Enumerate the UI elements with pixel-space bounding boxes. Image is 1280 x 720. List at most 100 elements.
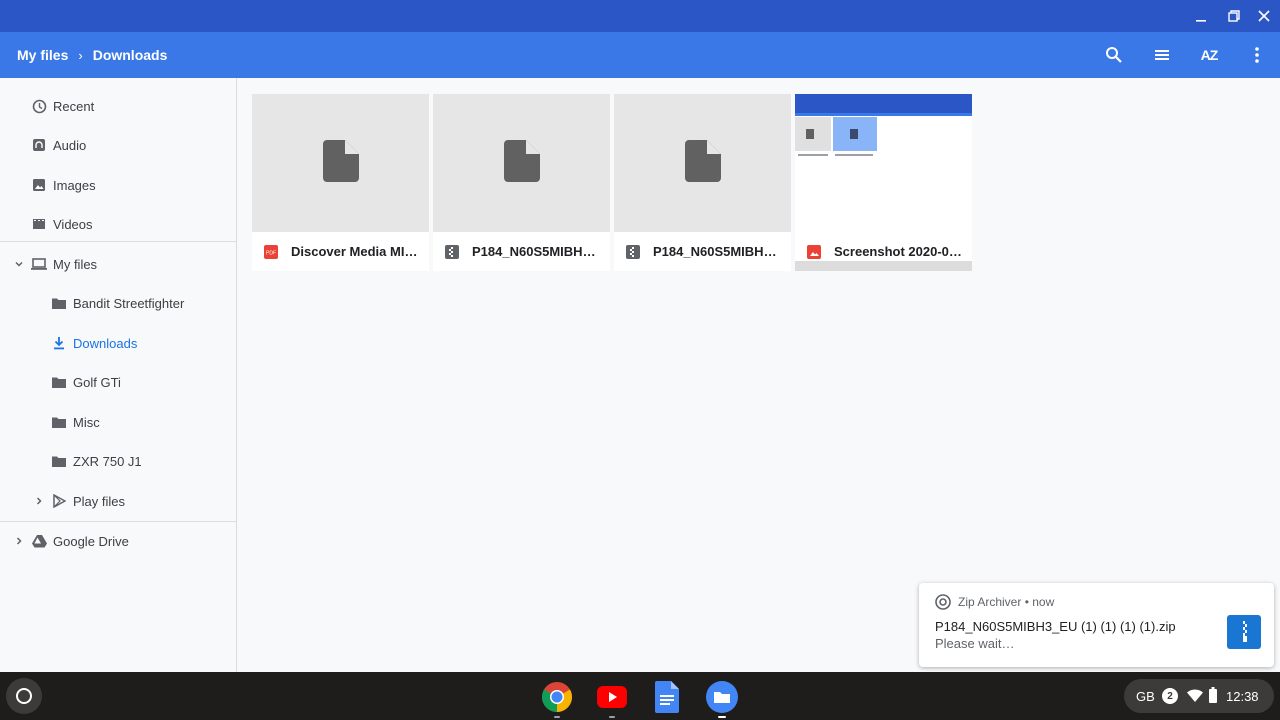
download-icon (51, 335, 67, 351)
sidebar-item-label: Play files (73, 493, 126, 509)
sidebar-item-zxr-750-j1[interactable]: ZXR 750 J1 (0, 445, 236, 477)
notification-time: now (1032, 595, 1055, 609)
minimize-icon[interactable] (1191, 6, 1211, 26)
folder-icon (51, 414, 67, 430)
chevron-right-icon[interactable] (11, 533, 27, 549)
file-icon (322, 139, 359, 187)
sidebar: Recent Audio Images Videos My files Band… (0, 78, 237, 672)
sidebar-item-bandit-streetfighter[interactable]: Bandit Streetfighter (0, 287, 236, 319)
sidebar-item-play-files[interactable]: Play files (0, 485, 236, 517)
chrome-app-icon[interactable] (541, 681, 573, 713)
breadcrumb: My files › Downloads (17, 47, 167, 63)
notification-title: P184_N60S5MIBH3_EU (1) (1) (1) (1).zip (935, 619, 1176, 634)
pdf-icon: PDF (264, 245, 278, 259)
file-icon (503, 139, 540, 187)
notification-count-badge: 2 (1162, 688, 1178, 704)
file-tile[interactable]: P184_N60S5MIBH3… (614, 94, 791, 271)
running-indicator (609, 716, 615, 718)
notification-source: Zip Archiver • now (958, 595, 1054, 609)
search-icon[interactable] (1102, 43, 1126, 67)
file-thumbnail (614, 94, 791, 232)
chevron-right-icon[interactable] (31, 493, 47, 509)
status-tray[interactable]: GB 2 12:38 (1124, 679, 1274, 713)
clock-time: 12:38 (1226, 688, 1259, 704)
sidebar-item-label: Bandit Streetfighter (73, 295, 185, 311)
sidebar-item-golf-gti[interactable]: Golf GTi (0, 366, 236, 398)
sidebar-item-label: Audio (53, 137, 87, 153)
notification-card[interactable]: Zip Archiver • now P184_N60S5MIBH3_EU (1… (919, 583, 1274, 667)
zip-icon (626, 245, 640, 259)
folder-icon (51, 374, 67, 390)
file-name: Screenshot 2020-04… (834, 244, 964, 259)
image-icon (31, 177, 47, 193)
sidebar-item-label: Golf GTi (73, 374, 121, 390)
running-indicator (554, 716, 560, 718)
sidebar-item-recent[interactable]: Recent (0, 90, 236, 122)
sidebar-item-audio[interactable]: Audio (0, 129, 236, 161)
sidebar-item-label: Videos (53, 216, 93, 232)
file-tile[interactable]: PDF Discover Media MIB… (252, 94, 429, 271)
image-icon (807, 245, 821, 259)
badge-count: 2 (1167, 690, 1173, 702)
zip-icon (445, 245, 459, 259)
sort-label: AZ (1200, 47, 1219, 63)
file-name: P184_N60S5MIBH3… (472, 244, 602, 259)
headphones-icon (31, 137, 47, 153)
sidebar-item-images[interactable]: Images (0, 169, 236, 201)
chevron-right-icon: › (78, 47, 83, 63)
video-icon (31, 216, 47, 232)
restore-icon[interactable] (1224, 6, 1244, 26)
chrome-icon (935, 594, 951, 615)
notification-app-name: Zip Archiver (958, 595, 1022, 609)
zip-archiver-icon (1227, 615, 1261, 649)
youtube-app-icon[interactable] (596, 681, 628, 713)
sidebar-item-google-drive[interactable]: Google Drive (0, 525, 236, 557)
active-indicator (718, 716, 726, 718)
more-menu-icon[interactable] (1245, 43, 1269, 67)
play-store-icon (51, 493, 67, 509)
file-name: P184_N60S5MIBH3… (653, 244, 783, 259)
app-header: My files › Downloads AZ (0, 32, 1280, 78)
sidebar-item-label: Misc (73, 414, 100, 430)
launcher-icon (16, 688, 32, 704)
breadcrumb-downloads[interactable]: Downloads (93, 47, 168, 63)
laptop-icon (31, 256, 47, 272)
close-icon[interactable] (1254, 6, 1274, 26)
chevron-down-icon[interactable] (11, 256, 27, 272)
sidebar-item-label: ZXR 750 J1 (73, 453, 142, 469)
docs-app-icon[interactable] (651, 681, 683, 713)
keyboard-layout: GB (1136, 688, 1155, 704)
sort-icon[interactable]: AZ (1197, 43, 1221, 67)
notification-message: Please wait… (935, 636, 1015, 651)
sidebar-item-my-files[interactable]: My files (0, 248, 236, 280)
sidebar-item-downloads[interactable]: Downloads (0, 327, 236, 359)
file-icon (684, 139, 721, 187)
battery-icon (1209, 687, 1217, 706)
list-view-icon[interactable] (1150, 43, 1174, 67)
sidebar-divider (0, 241, 236, 242)
file-tile[interactable]: P184_N60S5MIBH3… (433, 94, 610, 271)
svg-text:PDF: PDF (266, 251, 276, 256)
sidebar-item-label: Google Drive (53, 533, 129, 549)
breadcrumb-my-files[interactable]: My files (17, 47, 68, 63)
sidebar-item-misc[interactable]: Misc (0, 406, 236, 438)
sidebar-item-label: Recent (53, 98, 95, 114)
sidebar-divider (0, 521, 236, 522)
file-thumbnail (433, 94, 610, 232)
launcher-button[interactable] (6, 678, 42, 714)
folder-icon (51, 295, 67, 311)
sidebar-item-label: Downloads (73, 335, 138, 351)
file-name: Discover Media MIB… (291, 244, 421, 259)
files-app-icon[interactable] (706, 681, 738, 713)
window-titlebar (0, 0, 1280, 32)
wifi-icon (1187, 689, 1203, 705)
sidebar-item-label: My files (53, 256, 98, 272)
google-drive-icon (31, 533, 47, 549)
shelf (0, 672, 1280, 720)
file-thumbnail (252, 94, 429, 232)
clock-icon (31, 98, 47, 114)
folder-icon (51, 453, 67, 469)
file-tile[interactable]: Screenshot 2020-04… (795, 94, 972, 271)
sidebar-item-videos[interactable]: Videos (0, 208, 236, 240)
sidebar-item-label: Images (53, 177, 96, 193)
